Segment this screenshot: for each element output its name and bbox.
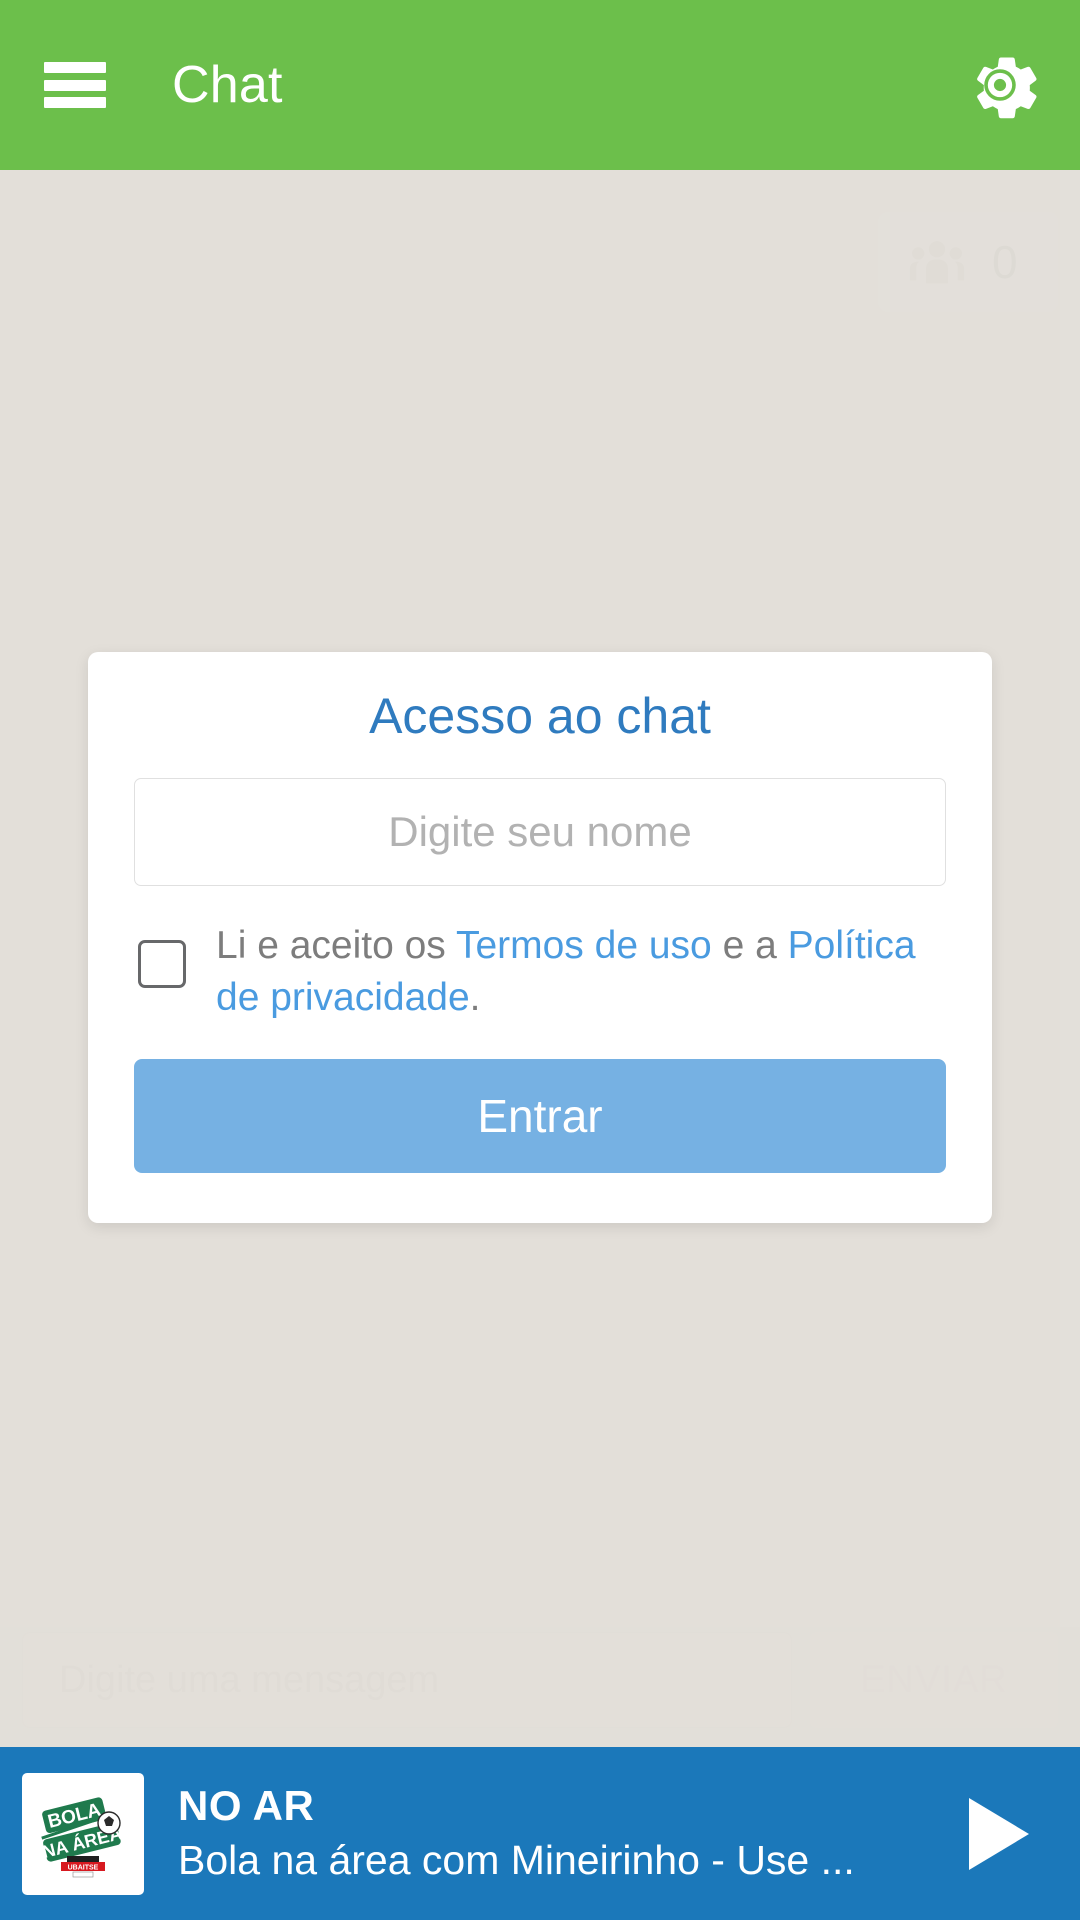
bola-na-area-logo-icon: BOLA NA ÁREA UBAITSE (27, 1777, 139, 1890)
settings-button[interactable] (954, 39, 1046, 131)
svg-text:UBAITSE: UBAITSE (68, 1864, 99, 1871)
play-icon (969, 1797, 1029, 1870)
terms-acceptance-row: Li e aceito os Termos de uso e a Polític… (134, 920, 946, 1024)
terms-of-use-link[interactable]: Termos de uso (456, 924, 712, 967)
terms-suffix: . (469, 975, 481, 1019)
app-header: Chat (0, 0, 1080, 170)
hamburger-bar (44, 79, 106, 91)
hamburger-bar (44, 97, 106, 108)
radio-player-bar: BOLA NA ÁREA UBAITSE NO AR Bola na área … (0, 1747, 1080, 1920)
chat-app-screen: Chat 0 Digite uma mensagem ENV (0, 0, 1080, 1920)
player-status-label: NO AR (178, 1781, 315, 1829)
hamburger-menu-icon[interactable] (44, 62, 106, 108)
chat-access-dialog: Acesso ao chat Li e aceito os Termos de … (88, 651, 992, 1224)
terms-middle: e a (711, 923, 788, 967)
terms-prefix: Li e aceito os (216, 923, 456, 967)
player-now-playing-title: Bola na área com Mineirinho - Use ... (178, 1837, 855, 1884)
play-button[interactable] (942, 1779, 1052, 1889)
page-title: Chat (172, 56, 283, 114)
terms-text: Li e aceito os Termos de uso e a Polític… (216, 920, 946, 1024)
chat-access-overlay: Acesso ao chat Li e aceito os Termos de … (0, 170, 1080, 1747)
gear-icon (977, 57, 1037, 119)
station-artwork: BOLA NA ÁREA UBAITSE (22, 1772, 144, 1895)
name-input[interactable] (134, 777, 946, 886)
hamburger-bar (44, 62, 106, 73)
enter-chat-button[interactable]: Entrar (134, 1059, 946, 1174)
player-metadata: NO AR Bola na área com Mineirinho - Use … (172, 1781, 914, 1884)
terms-checkbox[interactable] (138, 939, 186, 988)
dialog-title: Acesso ao chat (369, 687, 711, 744)
